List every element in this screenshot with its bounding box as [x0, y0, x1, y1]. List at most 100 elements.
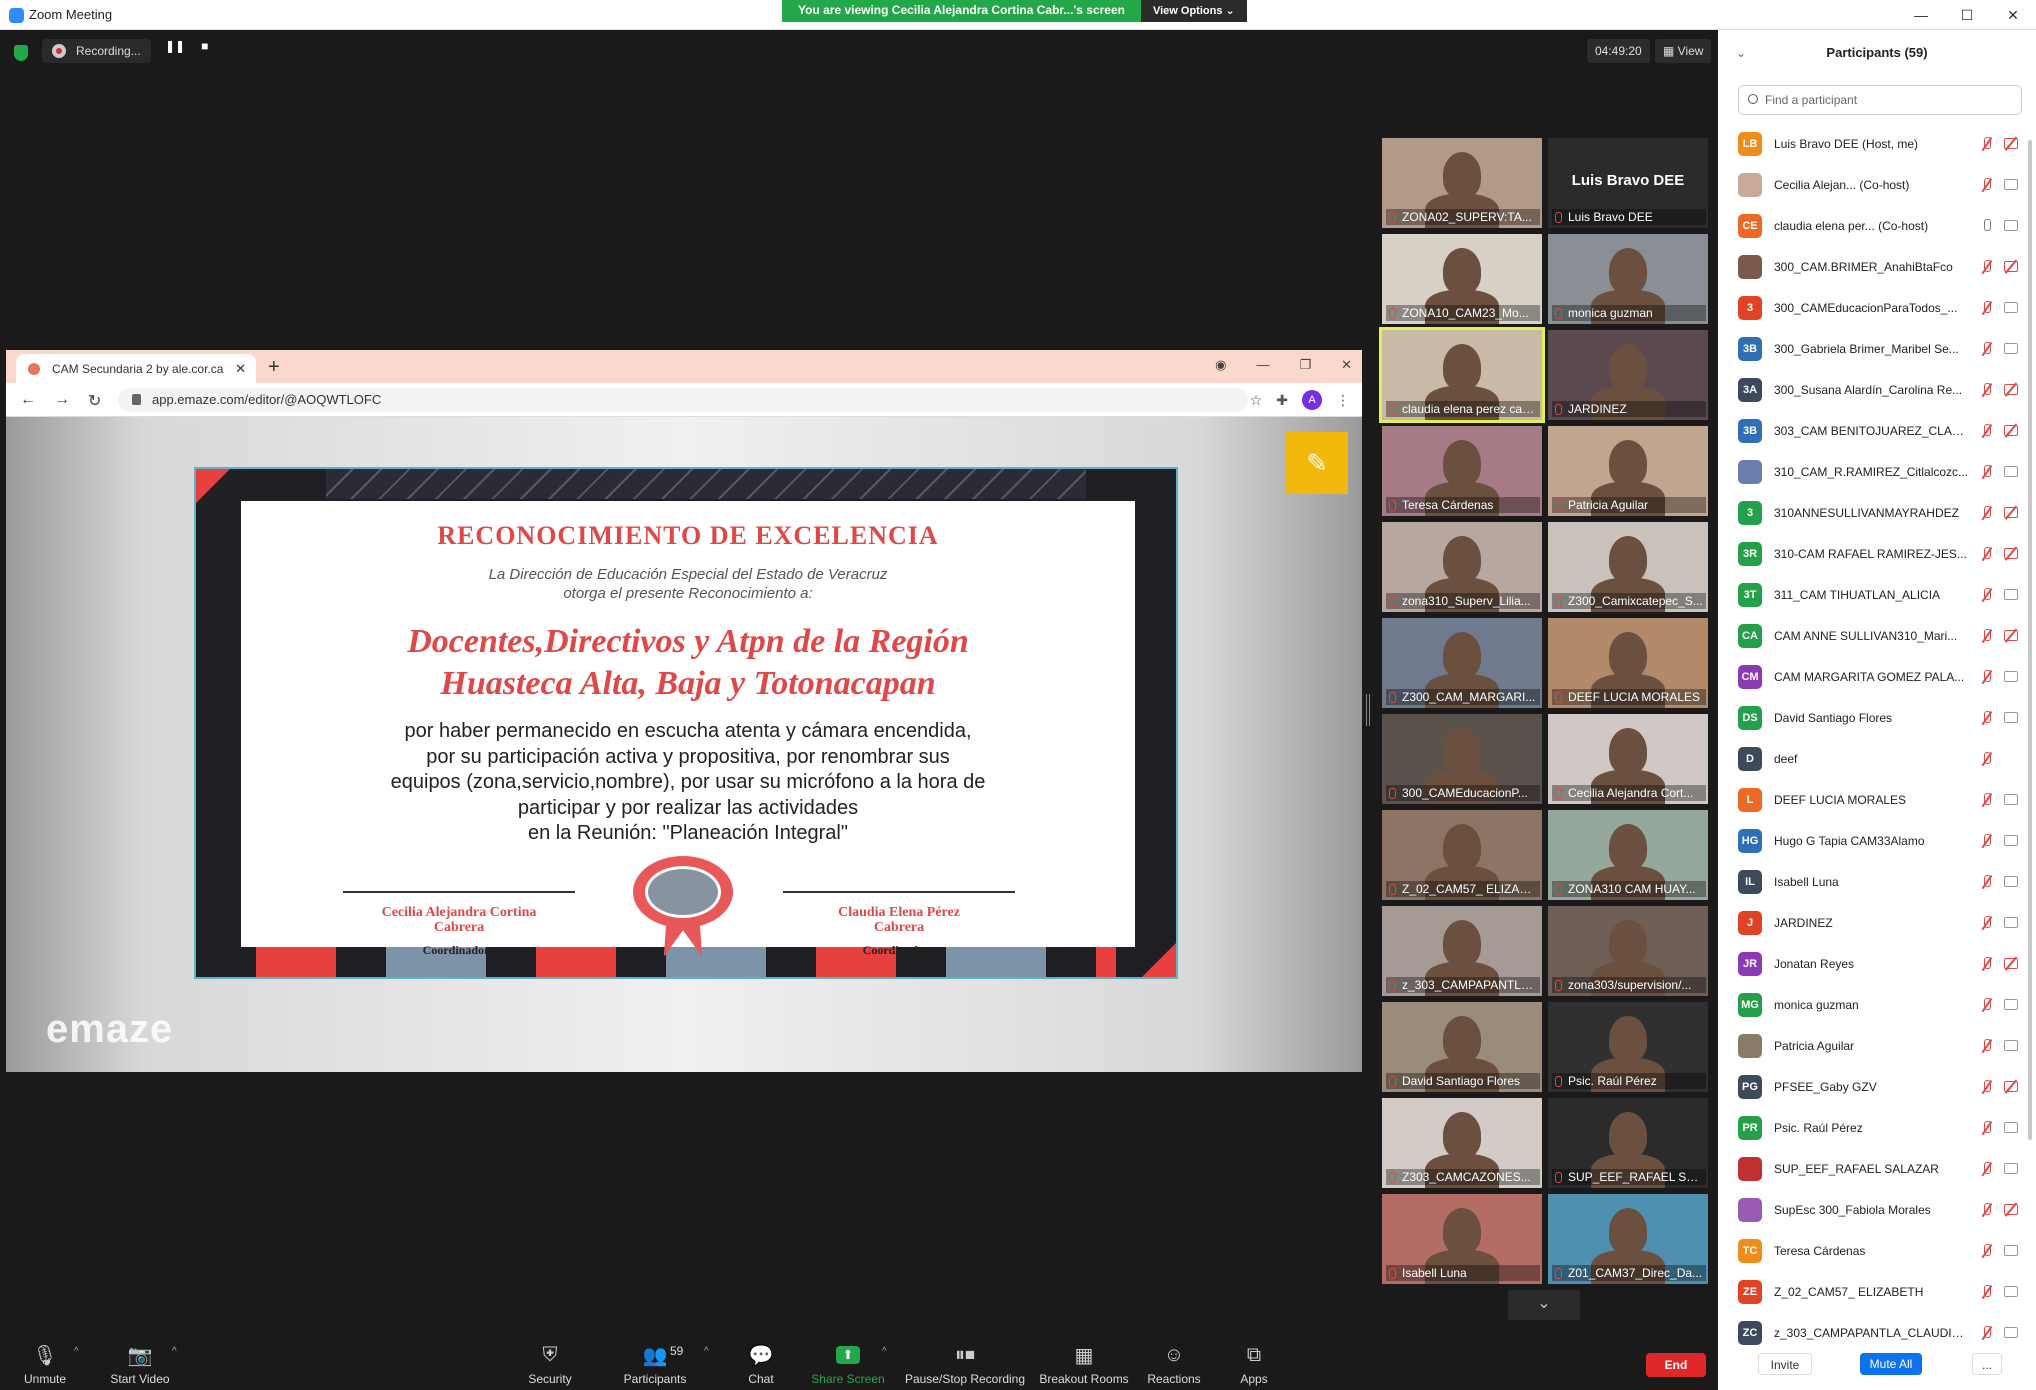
tab-search-icon[interactable]: ◉: [1215, 357, 1226, 373]
video-tile[interactable]: 300_CAMEducacionP...: [1382, 714, 1542, 804]
video-tile[interactable]: Luis Bravo DEE Luis Bravo DEE: [1548, 138, 1708, 228]
participant-row[interactable]: IL Isabell Luna: [1718, 862, 2028, 903]
participant-row[interactable]: 3 310ANNESULLIVANMAYRAHDEZ: [1718, 493, 2028, 534]
video-off-icon[interactable]: [2004, 1081, 2018, 1092]
start-video-button[interactable]: 📷 Start Video: [104, 1332, 176, 1390]
participant-row[interactable]: JR Jonatan Reyes: [1718, 944, 2028, 985]
reactions-button[interactable]: ☺ Reactions: [1146, 1332, 1202, 1390]
maximize-icon[interactable]: ☐: [1944, 0, 1990, 30]
participant-row[interactable]: 3 300_CAMEducacionParaTodos_...: [1718, 288, 2028, 329]
video-off-icon[interactable]: [2004, 507, 2018, 518]
video-tile[interactable]: Z300_CAM_MARGARI...: [1382, 618, 1542, 708]
video-tile[interactable]: Cecilia Alejandra Cort...: [1548, 714, 1708, 804]
mic-muted-icon[interactable]: [1980, 1039, 1994, 1053]
video-icon[interactable]: [2004, 1327, 2018, 1338]
mic-muted-icon[interactable]: [1980, 1326, 1994, 1340]
video-icon[interactable]: [2004, 302, 2018, 313]
participant-row[interactable]: TC Teresa Cárdenas: [1718, 1231, 2028, 1272]
video-icon[interactable]: [2004, 671, 2018, 682]
participant-row[interactable]: 3T 311_CAM TIHUATLAN_ALICIA: [1718, 575, 2028, 616]
apps-button[interactable]: ⧉ Apps: [1238, 1332, 1270, 1390]
view-options-button[interactable]: View Options ⌄: [1140, 0, 1247, 22]
video-tile[interactable]: ZONA310 CAM HUAY...: [1548, 810, 1708, 900]
mic-muted-icon[interactable]: [1980, 178, 1994, 192]
mic-muted-icon[interactable]: [1980, 137, 1994, 151]
menu-kebab-icon[interactable]: ⋮: [1336, 392, 1350, 409]
audio-options-chevron-icon[interactable]: ^: [74, 1346, 79, 1357]
mic-icon[interactable]: [1980, 219, 1994, 233]
video-tile[interactable]: SUP_EEF_RAFAEL SAL...: [1548, 1098, 1708, 1188]
mic-muted-icon[interactable]: [1980, 383, 1994, 397]
end-meeting-button[interactable]: End: [1646, 1353, 1706, 1377]
participant-row[interactable]: 3B 300_Gabriela Brimer_Maribel Se...: [1718, 329, 2028, 370]
mic-muted-icon[interactable]: [1980, 506, 1994, 520]
mic-muted-icon[interactable]: [1980, 1285, 1994, 1299]
participant-row[interactable]: ZE Z_02_CAM57_ ELIZABETH: [1718, 1272, 2028, 1313]
pause-recording-icon[interactable]: ❚❚: [165, 39, 185, 53]
video-off-icon[interactable]: [2004, 138, 2018, 149]
video-tile[interactable]: ZONA02_SUPERV:TA...: [1382, 138, 1542, 228]
extensions-icon[interactable]: ✚: [1276, 392, 1288, 409]
participant-row[interactable]: DS David Santiago Flores: [1718, 698, 2028, 739]
invite-button[interactable]: Invite: [1758, 1353, 1812, 1375]
mic-muted-icon[interactable]: [1980, 1162, 1994, 1176]
view-button[interactable]: ▦ View: [1655, 39, 1712, 63]
shield-icon[interactable]: [14, 45, 28, 61]
participant-row[interactable]: Ddeef: [1718, 739, 2028, 780]
mic-muted-icon[interactable]: [1980, 547, 1994, 561]
video-icon[interactable]: [2004, 343, 2018, 354]
video-tile[interactable]: DEEF LUCIA MORALES: [1548, 618, 1708, 708]
video-off-icon[interactable]: [2004, 958, 2018, 969]
participants-button[interactable]: 👥 Participants: [618, 1332, 692, 1390]
video-icon[interactable]: [2004, 794, 2018, 805]
participant-row[interactable]: 3A 300_Susana Alardín_Carolina Re...: [1718, 370, 2028, 411]
mic-muted-icon[interactable]: [1980, 342, 1994, 356]
mic-muted-icon[interactable]: [1980, 424, 1994, 438]
address-bar[interactable]: app.emaze.com/editor/@AOQWTLOFC: [118, 388, 1248, 412]
mic-muted-icon[interactable]: [1980, 916, 1994, 930]
mute-all-button[interactable]: Mute All: [1860, 1353, 1922, 1375]
mic-muted-icon[interactable]: [1980, 875, 1994, 889]
mic-muted-icon[interactable]: [1980, 711, 1994, 725]
video-icon[interactable]: [2004, 1040, 2018, 1051]
share-options-chevron-icon[interactable]: ^: [882, 1346, 887, 1357]
video-icon[interactable]: [2004, 712, 2018, 723]
participant-row[interactable]: MG monica guzman: [1718, 985, 2028, 1026]
mic-muted-icon[interactable]: [1980, 588, 1994, 602]
video-tile[interactable]: Isabell Luna: [1382, 1194, 1542, 1284]
video-tile[interactable]: Teresa Cárdenas: [1382, 426, 1542, 516]
participant-row[interactable]: Patricia Aguilar: [1718, 1026, 2028, 1067]
mic-muted-icon[interactable]: [1980, 957, 1994, 971]
edit-pen-icon[interactable]: ✎: [1286, 432, 1348, 494]
participant-row[interactable]: CM CAM MARGARITA GOMEZ PALA...: [1718, 657, 2028, 698]
participant-row[interactable]: LB Luis Bravo DEE (Host, me): [1718, 124, 2028, 165]
participant-row[interactable]: PG PFSEE_Gaby GZV: [1718, 1067, 2028, 1108]
video-tile[interactable]: David Santiago Flores: [1382, 1002, 1542, 1092]
participant-search-input[interactable]: Find a participant: [1738, 85, 2022, 115]
video-icon[interactable]: [2004, 835, 2018, 846]
video-icon[interactable]: [2004, 999, 2018, 1010]
participant-row[interactable]: SupEsc 300_Fabiola Morales: [1718, 1190, 2028, 1231]
browser-restore-icon[interactable]: ❐: [1299, 357, 1311, 373]
video-tile[interactable]: Psic. Raúl Pérez: [1548, 1002, 1708, 1092]
new-tab-icon[interactable]: +: [268, 356, 280, 379]
forward-icon[interactable]: →: [54, 391, 70, 411]
video-icon[interactable]: [2004, 876, 2018, 887]
mic-muted-icon[interactable]: [1980, 1080, 1994, 1094]
video-icon[interactable]: [2004, 466, 2018, 477]
video-icon[interactable]: [2004, 179, 2018, 190]
browser-close-icon[interactable]: ✕: [1341, 357, 1352, 373]
participant-row[interactable]: J JARDINEZ: [1718, 903, 2028, 944]
mic-muted-icon[interactable]: [1980, 1121, 1994, 1135]
minimize-icon[interactable]: —: [1898, 0, 1944, 30]
share-screen-button[interactable]: ⬆ Share Screen: [810, 1332, 886, 1390]
mic-muted-icon[interactable]: [1980, 1203, 1994, 1217]
video-icon[interactable]: [2004, 1122, 2018, 1133]
participant-row[interactable]: Cecilia Alejan... (Co-host): [1718, 165, 2028, 206]
participant-row[interactable]: 3R 310-CAM RAFAEL RAMIREZ-JES...: [1718, 534, 2028, 575]
mic-muted-icon[interactable]: [1980, 752, 1994, 766]
mic-muted-icon[interactable]: [1980, 301, 1994, 315]
mic-muted-icon[interactable]: [1980, 670, 1994, 684]
participant-row[interactable]: 300_CAM.BRIMER_AnahiBtaFco: [1718, 247, 2028, 288]
mic-muted-icon[interactable]: [1980, 1244, 1994, 1258]
